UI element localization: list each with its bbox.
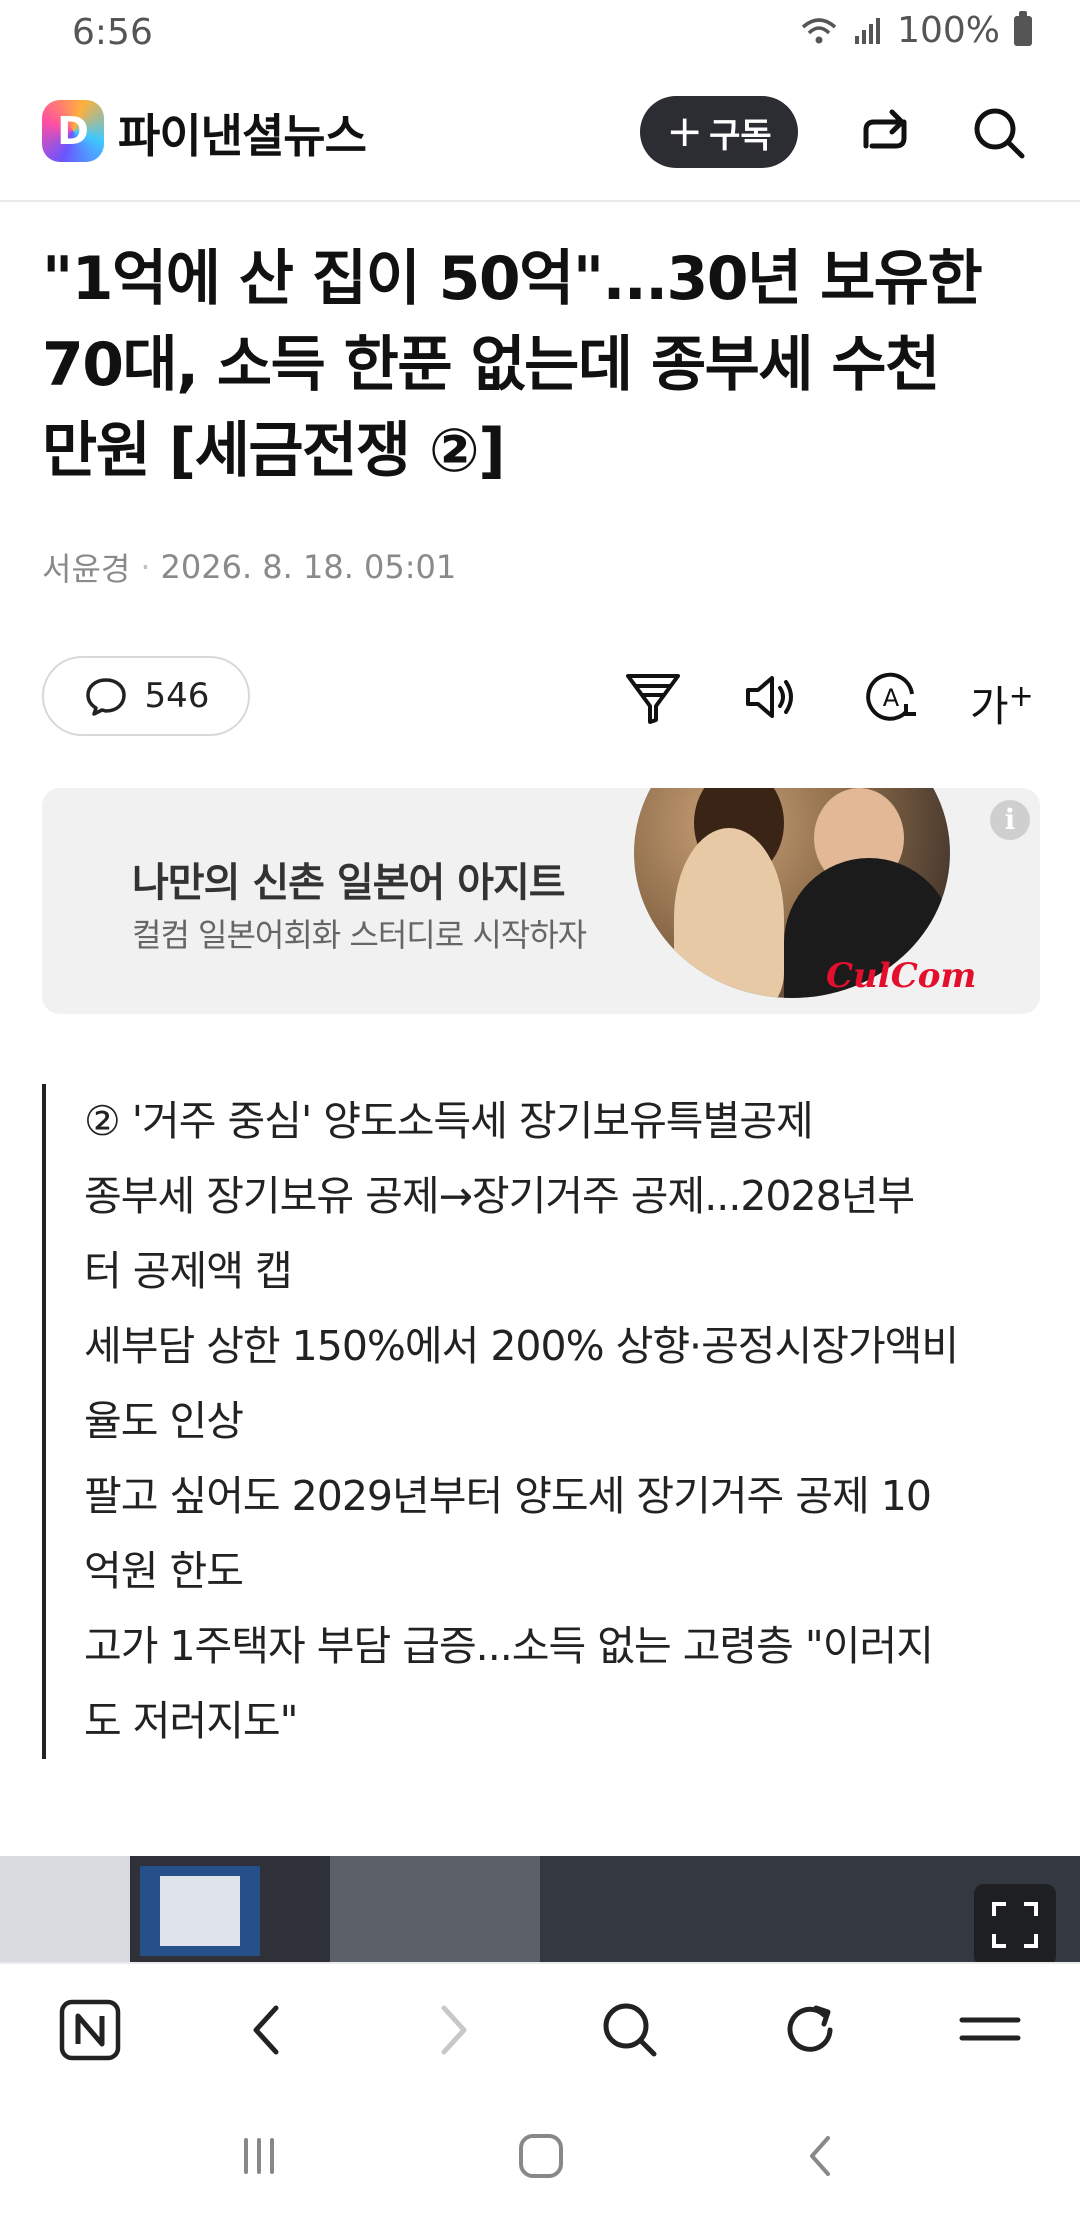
plus-icon: + — [666, 106, 704, 157]
back-icon[interactable] — [232, 1994, 304, 2066]
battery-percent: 100% — [897, 10, 1000, 51]
summary-filter-icon[interactable] — [620, 664, 686, 730]
signal-icon — [855, 17, 881, 44]
comment-button[interactable]: 546 — [42, 656, 250, 736]
meta-separator: · — [140, 548, 151, 586]
publish-date: 2026. 8. 18. 05:01 — [160, 548, 457, 586]
subscribe-button[interactable]: + 구독 — [640, 96, 798, 168]
system-nav-bar — [0, 2092, 1080, 2220]
ad-info-icon[interactable]: i — [990, 800, 1030, 840]
svg-text:A: A — [883, 684, 900, 712]
summary-line: 종부세 장기보유 공제→장기거주 공제...2028년부 — [84, 1172, 915, 1220]
ad-banner[interactable]: 나만의 신촌 일본어 아지트 컬컴 일본어회화 스터디로 시작하자 CulCom… — [42, 788, 1040, 1014]
article-toolbar: 546 A 가+ — [42, 656, 1042, 742]
daum-logo[interactable]: D — [42, 100, 104, 162]
summary-line: 터 공제액 캡 — [84, 1247, 293, 1295]
logo-letter: D — [57, 109, 89, 153]
summary-line: 팔고 싶어도 2029년부터 양도세 장기거주 공제 10 — [84, 1472, 932, 1520]
summary-line: ② '거주 중심' 양도소득세 장기보유특별공제 — [84, 1097, 814, 1145]
forward-icon — [441, 2005, 467, 2055]
wifi-icon — [801, 17, 837, 43]
author[interactable]: 서윤경 — [42, 544, 130, 590]
summary-line: 세부담 상한 150%에서 200% 상향·공정시장가액비 — [84, 1322, 959, 1370]
article-photo[interactable] — [0, 1856, 1080, 1962]
font-size-icon[interactable]: 가+ — [970, 664, 1036, 731]
article-title: "1억에 산 집이 50억"...30년 보유한 70대, 소득 한푼 없는데 … — [42, 236, 1042, 494]
menu-icon[interactable] — [954, 1994, 1026, 2066]
article-summary: ② '거주 중심' 양도소득세 장기보유특별공제 종부세 장기보유 공제→장기거… — [42, 1084, 1042, 1759]
system-back-icon[interactable] — [786, 2126, 856, 2186]
subscribe-label: 구독 — [709, 115, 772, 156]
ad-subtitle: 컬컴 일본어회화 스터디로 시작하자 — [132, 916, 587, 954]
battery-icon — [1014, 10, 1032, 46]
status-indicators: 100% — [799, 10, 1032, 51]
summary-line: 억원 한도 — [84, 1547, 244, 1595]
article-meta: 서윤경 · 2026. 8. 18. 05:01 — [42, 544, 456, 590]
search-icon[interactable] — [966, 100, 1032, 166]
speaker-icon[interactable] — [738, 664, 804, 730]
home-icon[interactable] — [506, 2126, 576, 2186]
fullscreen-icon[interactable] — [974, 1884, 1056, 1966]
summary-line: 율도 인상 — [84, 1397, 244, 1445]
title-line: 만원 [세금전쟁 ②] — [42, 416, 506, 486]
font-size-label: 가 — [970, 682, 1009, 731]
ad-title: 나만의 신촌 일본어 아지트 — [132, 860, 566, 906]
naver-home-icon[interactable] — [54, 1994, 126, 2066]
publisher-name[interactable]: 파이낸셜뉴스 — [118, 100, 367, 166]
app-header: D 파이낸셜뉴스 + 구독 — [0, 86, 1080, 202]
title-line: "1억에 산 집이 50억"...30년 보유한 — [42, 244, 983, 314]
translate-icon[interactable]: A — [858, 664, 924, 730]
share-icon[interactable] — [852, 100, 918, 166]
status-time: 6:56 — [72, 12, 153, 53]
summary-line: 고가 1주택자 부담 급증...소득 없는 고령층 "이러지 — [84, 1622, 934, 1670]
status-bar: 6:56 100% — [0, 0, 1080, 64]
browser-bottom-nav — [0, 1962, 1080, 2094]
refresh-icon[interactable] — [774, 1994, 846, 2066]
summary-line: 도 저러지도" — [84, 1697, 299, 1745]
comment-icon — [85, 678, 126, 716]
comment-count: 546 — [144, 676, 210, 716]
search-icon[interactable] — [594, 1994, 666, 2066]
title-line: 70대, 소득 한푼 없는데 종부세 수천 — [42, 330, 940, 400]
ad-brand-logo: CulCom — [826, 956, 977, 996]
recent-apps-icon[interactable] — [224, 2126, 294, 2186]
